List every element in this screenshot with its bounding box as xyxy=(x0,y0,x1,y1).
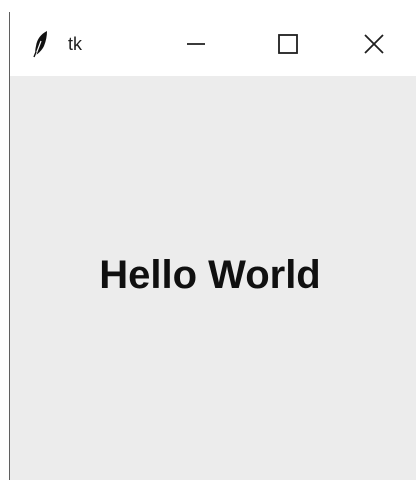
hello-world-label: Hello World xyxy=(99,253,321,297)
window-title: tk xyxy=(68,34,83,54)
close-icon xyxy=(364,34,384,54)
minimize-button[interactable] xyxy=(150,12,242,76)
maximize-icon xyxy=(278,34,298,54)
screen: tk Hello World xyxy=(0,0,416,480)
desktop-strip xyxy=(0,0,416,12)
feather-icon xyxy=(30,30,52,58)
tk-window: tk Hello World xyxy=(9,12,416,480)
close-button[interactable] xyxy=(328,12,416,76)
minimize-icon xyxy=(187,43,205,45)
maximize-button[interactable] xyxy=(242,12,334,76)
window-client-area: Hello World xyxy=(10,76,416,480)
titlebar[interactable]: tk xyxy=(10,12,416,76)
